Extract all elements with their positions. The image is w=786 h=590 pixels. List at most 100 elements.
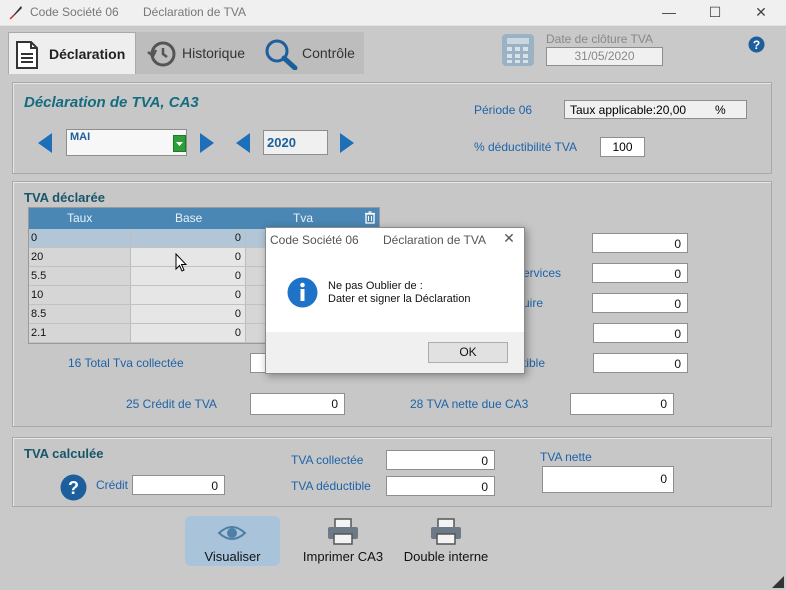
dialog-close-button[interactable]: ✕ <box>496 230 522 250</box>
calculator-icon <box>500 32 536 71</box>
document-icon <box>15 41 39 85</box>
computed-title: TVA calculée <box>24 446 104 461</box>
declared-field-2-label: ervices <box>523 266 562 280</box>
title-bar: Code Société 06 Déclaration de TVA — ☐ ✕ <box>0 0 786 26</box>
visualize-button[interactable]: Visualiser <box>185 516 280 566</box>
help-credit-icon[interactable]: ? <box>60 474 87 504</box>
maximize-button[interactable]: ☐ <box>692 0 738 26</box>
reminder-dialog: Code Société 06 Déclaration de TVA ✕ Ne … <box>265 227 525 374</box>
tab-declaration[interactable]: Déclaration <box>8 32 136 74</box>
mouse-cursor-icon <box>175 252 188 275</box>
magnifier-icon <box>264 38 298 86</box>
cell-base-value: 0 <box>234 327 241 339</box>
next-year-arrow-icon[interactable] <box>340 133 354 153</box>
print-ca3-label: Imprimer CA3 <box>302 549 384 564</box>
print-ca3-button[interactable]: Imprimer CA3 <box>297 516 389 566</box>
net-due-label: 28 TVA nette due CA3 <box>410 397 529 411</box>
tab-controle-label: Contrôle <box>302 45 355 61</box>
window-company: Code Société 06 <box>30 5 119 19</box>
double-interne-label: Double interne <box>403 549 489 564</box>
total-collected-label: 16 Total Tva collectée <box>68 356 184 370</box>
rate-unit: % <box>715 103 726 117</box>
cell-taux: 10 <box>31 289 44 301</box>
month-value: MAI <box>70 131 91 143</box>
computed-net-field[interactable]: 0 <box>542 466 674 493</box>
col-base: Base <box>175 211 203 225</box>
net-due-field[interactable]: 0 <box>570 393 674 415</box>
computed-deductible-value: 0 <box>481 480 488 494</box>
declared-field-1-value: 0 <box>674 237 681 251</box>
eye-icon <box>217 521 247 548</box>
computed-credit-label: Crédit <box>96 478 129 492</box>
cell-base: 0 <box>130 324 246 342</box>
declared-field-5[interactable]: 0 <box>593 353 688 373</box>
declared-field-4-value: 0 <box>674 327 681 341</box>
dialog-company: Code Société 06 <box>270 233 359 247</box>
cell-base: 0 <box>130 229 246 247</box>
declared-field-2-value: 0 <box>674 267 681 281</box>
col-taux: Taux <box>67 211 93 225</box>
tab-controle[interactable]: Contrôle <box>260 32 364 74</box>
net-due-value: 0 <box>660 397 667 411</box>
tab-historique[interactable]: Historique <box>140 32 256 74</box>
dialog-line1: Ne pas Oublier de : <box>328 280 423 292</box>
resize-grip-icon[interactable] <box>772 576 784 590</box>
cell-taux: 0 <box>31 232 38 244</box>
prev-month-arrow-icon[interactable] <box>38 133 52 153</box>
tab-historique-label: Historique <box>182 45 246 61</box>
chevron-down-icon[interactable] <box>173 135 186 152</box>
computed-deductible-label: TVA déductible <box>291 479 371 493</box>
next-month-arrow-icon[interactable] <box>200 133 214 153</box>
dialog-footer: OK <box>266 332 524 373</box>
declared-field-5-value: 0 <box>674 357 681 371</box>
computed-collected-label: TVA collectée <box>291 453 364 467</box>
declared-field-1[interactable]: 0 <box>592 233 688 253</box>
computed-net-value: 0 <box>660 472 667 486</box>
minimize-button[interactable]: — <box>646 0 692 26</box>
period-label: Période 06 <box>474 103 533 117</box>
credit-tva-label: 25 Crédit de TVA <box>126 397 217 411</box>
svg-text:?: ? <box>68 478 79 498</box>
cell-base: 0 <box>130 305 246 323</box>
cell-base-value: 0 <box>234 308 241 320</box>
computed-net-label: TVA nette <box>540 450 592 464</box>
year-field[interactable]: 2020 <box>263 130 328 155</box>
cell-taux: 2.1 <box>31 327 47 339</box>
tab-declaration-label: Déclaration <box>49 46 126 62</box>
credit-tva-value: 0 <box>331 397 338 411</box>
declared-field-3[interactable]: 0 <box>592 293 688 313</box>
window-title: Déclaration de TVA <box>143 5 246 19</box>
month-select[interactable]: MAI <box>66 129 187 156</box>
ok-button[interactable]: OK <box>428 342 508 363</box>
declared-field-2[interactable]: 0 <box>592 263 688 283</box>
info-icon <box>287 277 318 311</box>
trash-icon[interactable] <box>365 211 375 227</box>
rate-text: Taux applicable:20,00 <box>570 103 687 117</box>
close-button[interactable]: ✕ <box>738 0 784 26</box>
credit-tva-field[interactable]: 0 <box>250 393 345 415</box>
computed-deductible-field[interactable]: 0 <box>386 476 495 496</box>
closing-date-field[interactable]: 31/05/2020 <box>546 47 663 66</box>
visualize-label: Visualiser <box>204 549 261 564</box>
svg-text:?: ? <box>753 38 760 52</box>
printer-icon <box>429 518 463 549</box>
app-feather-icon <box>8 4 24 23</box>
help-icon[interactable]: ? <box>748 36 765 56</box>
computed-credit-field[interactable]: 0 <box>132 475 225 495</box>
cell-base: 0 <box>130 248 246 266</box>
rate-field: Taux applicable:20,00 % <box>564 100 747 119</box>
cell-base: 0 <box>130 286 246 304</box>
computed-collected-field[interactable]: 0 <box>386 450 495 470</box>
deductibility-label: % déductibilité TVA <box>474 140 577 154</box>
computed-collected-value: 0 <box>481 454 488 468</box>
grid-header: Taux Base Tva <box>29 208 379 229</box>
cell-taux: 5.5 <box>31 270 47 282</box>
deductibility-field[interactable]: 100 <box>600 137 645 157</box>
cell-base-value: 0 <box>234 251 241 263</box>
printer-icon <box>326 518 360 549</box>
prev-year-arrow-icon[interactable] <box>236 133 250 153</box>
double-interne-button[interactable]: Double interne <box>398 516 494 566</box>
declared-field-3-value: 0 <box>674 297 681 311</box>
cell-base-value: 0 <box>234 289 241 301</box>
declared-field-4[interactable]: 0 <box>593 323 688 343</box>
